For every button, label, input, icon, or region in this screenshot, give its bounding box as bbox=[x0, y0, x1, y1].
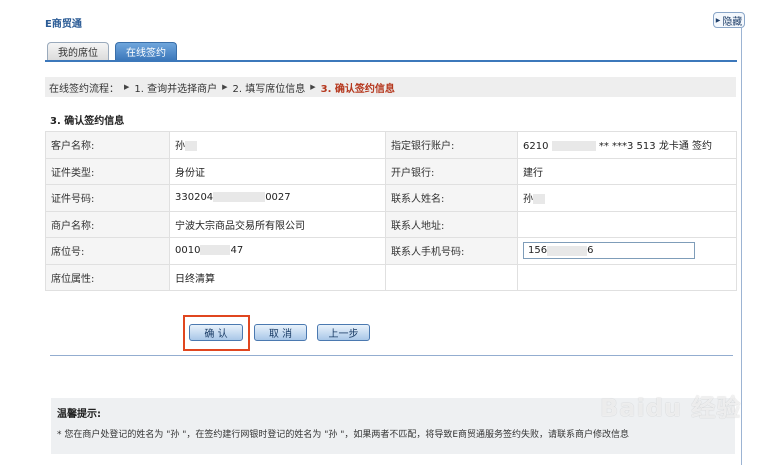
app-title: E商贸通 bbox=[45, 19, 82, 30]
hide-button[interactable]: ▶ 隐藏 bbox=[713, 12, 745, 28]
seat-no-label: 席位号: bbox=[45, 237, 170, 265]
contact-address-label: 联系人地址: bbox=[385, 210, 518, 238]
contact-name-label: 联系人姓名: bbox=[385, 184, 518, 212]
id-type-value: 身份证 bbox=[169, 157, 386, 185]
empty-cell bbox=[385, 263, 518, 291]
step-3-current: 3. 确认签约信息 bbox=[320, 83, 395, 95]
signing-info-table: 客户名称: 孙 指定银行账户: 6210 ** ***3 513 龙卡通 签约 … bbox=[45, 131, 737, 291]
empty-cell bbox=[517, 263, 737, 291]
open-bank-label: 开户银行: bbox=[385, 157, 518, 185]
tab-online-signing[interactable]: 在线签约 bbox=[115, 42, 177, 60]
table-row: 席位属性: 日终清算 bbox=[45, 263, 737, 291]
chevron-right-icon: ▶ bbox=[715, 16, 721, 24]
confirm-highlight-box bbox=[183, 315, 250, 351]
contact-phone-label: 联系人手机号码: bbox=[385, 237, 518, 265]
section-divider bbox=[50, 355, 733, 356]
tips-text: * 您在商户处登记的姓名为 "孙 "，在签约建行网银时登记的姓名为 "孙 "，如… bbox=[57, 430, 630, 440]
contact-phone-input[interactable]: 156 6 bbox=[523, 242, 695, 260]
step-arrow-icon: ▶ bbox=[222, 83, 228, 91]
table-row: 证件号码: 330204 0027 联系人姓名: 孙 bbox=[45, 184, 737, 212]
seat-attr-label: 席位属性: bbox=[45, 263, 170, 291]
step-1: 1. 查询并选择商户 bbox=[134, 83, 218, 95]
merchant-name-value: 宁波大宗商品交易所有限公司 bbox=[169, 210, 386, 238]
tab-underline bbox=[45, 60, 737, 62]
step-arrow-icon: ▶ bbox=[124, 83, 130, 91]
seat-no-value: 0010 47 bbox=[169, 237, 386, 265]
bank-account-value: 6210 ** ***3 513 龙卡通 签约 bbox=[517, 131, 737, 159]
id-number-label: 证件号码: bbox=[45, 184, 170, 212]
id-type-label: 证件类型: bbox=[45, 157, 170, 185]
section-title: 3. 确认签约信息 bbox=[50, 116, 125, 127]
contact-address-value bbox=[517, 210, 737, 238]
table-row: 席位号: 0010 47 联系人手机号码: 156 6 bbox=[45, 237, 737, 265]
baidu-watermark: Baidu 经验 bbox=[600, 394, 742, 422]
merchant-name-label: 商户名称: bbox=[45, 210, 170, 238]
customer-name-value: 孙 bbox=[169, 131, 386, 159]
cancel-button[interactable]: 取 消 bbox=[254, 324, 307, 341]
contact-phone-cell: 156 6 bbox=[517, 237, 737, 265]
hide-label: 隐藏 bbox=[722, 16, 743, 28]
customer-name-label: 客户名称: bbox=[45, 131, 170, 159]
signing-steps-breadcrumb: 在线签约流程： ▶ 1. 查询并选择商户 ▶ 2. 填写席位信息 ▶ 3. 确认… bbox=[45, 77, 736, 97]
tab-bar: 我的席位 在线签约 bbox=[47, 42, 177, 60]
bank-account-label: 指定银行账户: bbox=[385, 131, 518, 159]
contact-name-value: 孙 bbox=[517, 184, 737, 212]
previous-step-button[interactable]: 上一步 bbox=[317, 324, 370, 341]
id-number-value: 330204 0027 bbox=[169, 184, 386, 212]
seat-attr-value: 日终清算 bbox=[169, 263, 386, 291]
tab-my-seat[interactable]: 我的席位 bbox=[47, 42, 109, 60]
table-row: 商户名称: 宁波大宗商品交易所有限公司 联系人地址: bbox=[45, 210, 737, 238]
table-row: 证件类型: 身份证 开户银行: 建行 bbox=[45, 157, 737, 185]
steps-prefix: 在线签约流程： bbox=[49, 83, 119, 95]
step-2: 2. 填写席位信息 bbox=[232, 83, 306, 95]
step-arrow-icon: ▶ bbox=[310, 83, 316, 91]
table-row: 客户名称: 孙 指定银行账户: 6210 ** ***3 513 龙卡通 签约 bbox=[45, 131, 737, 159]
open-bank-value: 建行 bbox=[517, 157, 737, 185]
